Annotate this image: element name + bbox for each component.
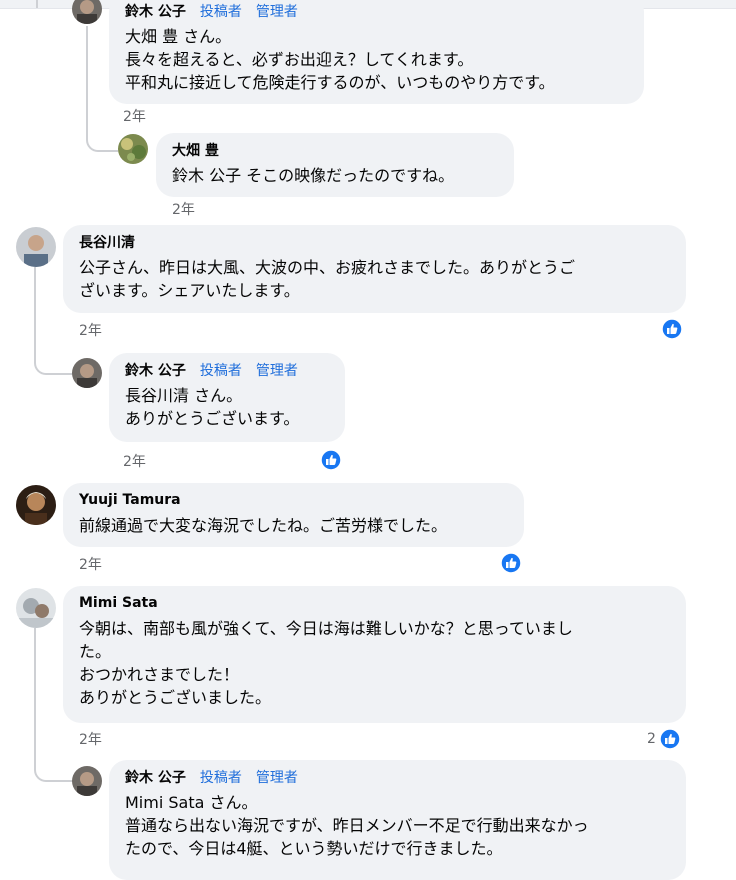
comment-bubble: Yuuji Tamura 前線通過で大変な海況でしたね。ご苦労様でした。 xyxy=(63,483,524,547)
avatar[interactable] xyxy=(16,227,56,267)
avatar[interactable] xyxy=(16,588,56,628)
comment-text: 今朝は、南部も風が強くて、今日は海は難しいかな？と思っていまし た。 おつかれさ… xyxy=(79,619,573,707)
author-name[interactable]: 長谷川清 xyxy=(79,232,135,252)
comment-time[interactable]: 2年 xyxy=(79,320,102,340)
badge-admin[interactable]: 管理者 xyxy=(256,360,298,380)
avatar[interactable] xyxy=(118,134,148,164)
author-name[interactable]: 鈴木 公子 xyxy=(125,1,186,21)
comment-bubble: Mimi Sata 今朝は、南部も風が強くて、今日は海は難しいかな？と思っていま… xyxy=(63,586,686,723)
comment-bubble: 長谷川清 公子さん、昨日は大風、大波の中、お疲れさまでした。ありがとうご ざいま… xyxy=(63,225,686,313)
thread-line xyxy=(36,0,38,8)
comment-time[interactable]: 2年 xyxy=(123,451,146,471)
comment-bubble: 大畑 豊 鈴木 公子 そこの映像だったのですね。 xyxy=(156,133,514,197)
comment-text: 長谷川清 さん。 ありがとうございます。 xyxy=(125,386,300,428)
badge-admin[interactable]: 管理者 xyxy=(256,1,298,21)
comment-bubble: 鈴木 公子 投稿者 管理者 長谷川清 さん。 ありがとうございます。 xyxy=(109,353,345,442)
comment-time[interactable]: 2年 xyxy=(172,199,195,219)
like-reaction-icon[interactable] xyxy=(659,728,681,750)
comment-text: 公子さん、昨日は大風、大波の中、お疲れさまでした。ありがとうご ざいます。シェア… xyxy=(79,258,576,300)
comment-time[interactable]: 2年 xyxy=(79,729,102,749)
badge-author[interactable]: 投稿者 xyxy=(200,767,242,787)
comment-text: 大畑 豊 さん。 長々を超えると、必ずお出迎え？してくれます。 平和丸に接近して… xyxy=(125,27,555,92)
author-name[interactable]: 大畑 豊 xyxy=(172,140,219,160)
comment-bubble: 鈴木 公子 投稿者 管理者 大畑 豊 さん。 長々を超えると、必ずお出迎え？して… xyxy=(109,0,644,104)
avatar[interactable] xyxy=(16,485,56,525)
author-name[interactable]: Yuuji Tamura xyxy=(79,492,181,508)
author-name[interactable]: Mimi Sata xyxy=(79,595,158,611)
author-name[interactable]: 鈴木 公子 xyxy=(125,767,186,787)
avatar[interactable] xyxy=(72,0,102,24)
badge-admin[interactable]: 管理者 xyxy=(256,767,298,787)
like-reaction-icon[interactable] xyxy=(500,552,522,574)
comment-text: 前線通過で大変な海況でしたね。ご苦労様でした。 xyxy=(79,516,448,535)
badge-author[interactable]: 投稿者 xyxy=(200,1,242,21)
comment-time[interactable]: 2年 xyxy=(79,554,102,574)
comment-text: Mimi Sata さん。 普通なら出ない海況ですが、昨日メンバー不足で行動出来… xyxy=(125,793,589,858)
like-reaction-icon[interactable] xyxy=(661,318,683,340)
avatar[interactable] xyxy=(72,358,102,388)
badge-author[interactable]: 投稿者 xyxy=(200,360,242,380)
comment-text: 鈴木 公子 そこの映像だったのですね。 xyxy=(172,166,455,185)
like-reaction-icon[interactable] xyxy=(320,449,342,471)
comment-time[interactable]: 2年 xyxy=(123,106,146,126)
author-name[interactable]: 鈴木 公子 xyxy=(125,360,186,380)
comment-bubble: 鈴木 公子 投稿者 管理者 Mimi Sata さん。 普通なら出ない海況ですが… xyxy=(109,760,686,880)
avatar[interactable] xyxy=(72,766,102,796)
reaction-count[interactable]: 2 xyxy=(647,731,656,747)
